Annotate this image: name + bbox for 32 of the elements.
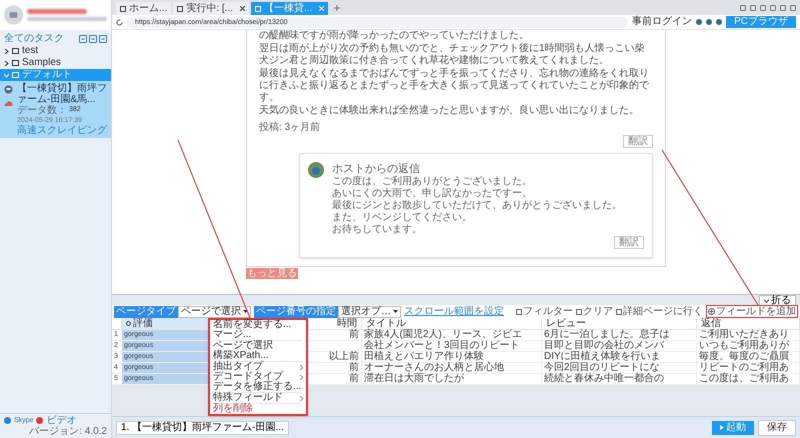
reply-text: この度は、ご利用ありがとうございました。 [332, 176, 533, 188]
table-cell: 田植えとパエリア作り体験 [362, 352, 542, 362]
table-cell: 目即と目即の会社のメンバ [542, 341, 697, 351]
table-cell: 毎度、毎度のご贔屓 [697, 352, 800, 362]
table-cell: この度は、ご利用あ [697, 374, 800, 384]
table-cell: いつもご利用ありが [697, 341, 800, 351]
count-label: データ数： [17, 105, 67, 116]
reply-text: 最後にジンとお散歩していただけて、ありがとうございました。 [332, 200, 623, 212]
review-text: 最後は見えなくなるまでおばんでずっと手を振ってくださり、忘れ物の連絡をくれ取りに行きふと振り返るとまたずっと手を大きく振って見送ってくれていたことが印象的です。 [259, 68, 650, 104]
task-title: 【一棟貸切】雨坪ファーム-田園&馬... [17, 83, 107, 105]
table-cell: 家族4人(園児2人)、リース、ジビエ [362, 330, 542, 340]
table-cell: DIYに田植え体験を行いま [542, 352, 697, 362]
table-cell: 6月に一泊しました。息子は [542, 330, 697, 340]
table-cell: リピートのご利用あ [697, 363, 800, 373]
table-cell: オーナーさんのお人柄と居心地 [362, 363, 542, 373]
reply-title: ホストからの返信 [332, 162, 421, 176]
option-label: ページタイプ [114, 306, 178, 318]
table-cell: 続続と春休み中唯一都合の [542, 374, 697, 384]
table-cell: 会社メンバーと！3回目のリピート [362, 341, 542, 351]
reply-text: お待ちしています。 [332, 224, 423, 236]
review-text: の醍醐味ですが雨が降っかったのでやっていただけました。 [259, 30, 530, 42]
table-cell: 滞在日は大雨でしたが [362, 374, 542, 384]
reply-text: また、リベンジしてください。 [332, 212, 473, 224]
table-cell: ご利用いただきあり [697, 330, 800, 340]
post-date: 投稿: 3ヶ月前 [259, 122, 322, 134]
version-label: バージョン: 4.0.2 [29, 426, 107, 437]
option-label: ページ番号の指定 [254, 306, 338, 318]
all-tasks-label: 全てのタスク [4, 32, 64, 44]
reply-text: あいにくの大雨で、申し訳なかったですー。 [332, 188, 533, 200]
review-text: 翌日は雨が上がり次の予約も無いのでと、チェックアウト後に1時間弱も人懐っこい柴犬ジン君と周辺散策に付き合ってくれ草花や建物について教えてくれました。 [259, 43, 646, 67]
review-text: 天気の良いときに体験出来れば全然違ったと思いますが、良い思い出になりました。 [259, 105, 640, 117]
table-cell: 今回2回目のリピートにな [542, 363, 697, 373]
